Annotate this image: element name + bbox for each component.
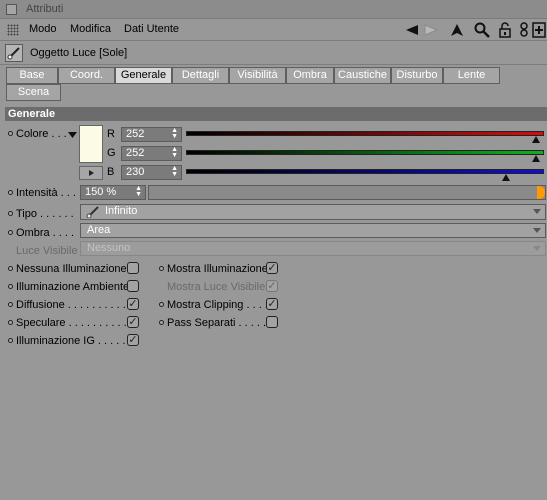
visible-light-value: Nessuno (87, 242, 131, 254)
channel-g-label: G (107, 147, 116, 159)
animation-dot[interactable] (8, 131, 13, 136)
checkbox-label: Illuminazione IG . . . . . (16, 335, 126, 347)
type-dropdown[interactable]: Infinito (80, 204, 546, 220)
channel-r-slider-handle[interactable] (531, 136, 540, 143)
channel-r-label: R (107, 128, 115, 140)
visible-light-dropdown: Nessuno (80, 241, 546, 256)
search-icon[interactable] (474, 22, 490, 38)
checkbox-label: Pass Separati . . . . . (167, 317, 267, 329)
tab-ombra[interactable]: Ombra (286, 67, 334, 84)
channel-r-input[interactable]: 252 ▲ ▼ (121, 127, 182, 142)
color-menu-arrow-icon[interactable] (68, 129, 77, 141)
color-expand-button[interactable] (79, 166, 103, 180)
channel-b-slider-handle[interactable] (501, 174, 510, 181)
animation-dot[interactable] (8, 211, 13, 216)
arrow-left-icon[interactable] (404, 22, 420, 38)
window-menu-icon[interactable] (6, 4, 17, 15)
ambient-illumination-checkbox[interactable] (127, 280, 139, 292)
tab-caustiche[interactable]: Caustiche (334, 67, 391, 84)
link-icon[interactable] (516, 22, 532, 38)
grip-icon[interactable] (7, 24, 19, 36)
tab-lente[interactable]: Lente (443, 67, 500, 84)
intensity-slider-handle[interactable] (537, 186, 545, 199)
animation-dot[interactable] (8, 266, 13, 271)
specular-checkbox[interactable]: ✓ (127, 316, 139, 328)
tab-visibilita[interactable]: Visibilità (229, 67, 286, 84)
channel-r-slider[interactable] (186, 131, 544, 136)
checkbox-label: Speculare . . . . . . . . . . (16, 317, 127, 329)
intensity-input[interactable]: 150 % ▲ ▼ (80, 185, 146, 200)
animation-dot[interactable] (8, 190, 13, 195)
arrow-up-icon[interactable] (449, 22, 465, 38)
channel-b-input[interactable]: 230 ▲ ▼ (121, 165, 182, 180)
animation-dot[interactable] (159, 320, 164, 325)
tab-generale[interactable]: Generale (115, 67, 172, 84)
lock-icon[interactable] (497, 22, 513, 38)
diffuse-checkbox[interactable]: ✓ (127, 298, 139, 310)
animation-dot[interactable] (8, 284, 13, 289)
object-header: Oggetto Luce [Sole] (0, 41, 547, 65)
menu-modifica[interactable]: Modifica (70, 23, 111, 35)
separate-pass-checkbox[interactable] (266, 316, 278, 328)
object-title: Oggetto Luce [Sole] (30, 47, 128, 59)
show-clipping-checkbox[interactable]: ✓ (266, 298, 278, 310)
menu-dati-utente[interactable]: Dati Utente (124, 23, 179, 35)
light-object-icon (5, 44, 23, 62)
visible-light-label: Luce Visibile (16, 245, 78, 257)
checkbox-label: Mostra Clipping . . . . (167, 299, 268, 311)
animation-dot[interactable] (8, 338, 13, 343)
window-titlebar: Attributi (0, 0, 547, 19)
animation-dot[interactable] (159, 266, 164, 271)
type-label: Tipo . . . . . . (16, 208, 74, 220)
channel-g-input[interactable]: 252 ▲ ▼ (121, 146, 182, 161)
shadow-label: Ombra . . . . (16, 227, 75, 239)
show-visible-light-checkbox: ✓ (266, 280, 278, 292)
checkbox-label: Illuminazione Ambiente (16, 281, 130, 293)
tab-base[interactable]: Base (6, 67, 58, 84)
type-value: Infinito (105, 205, 138, 217)
channel-g-slider[interactable] (186, 150, 544, 155)
channel-b-label: B (107, 166, 115, 178)
animation-dot[interactable] (159, 302, 164, 307)
animation-dot[interactable] (8, 320, 13, 325)
checkbox-label: Diffusione . . . . . . . . . . (16, 299, 126, 311)
animation-dot[interactable] (8, 230, 13, 235)
tab-scena[interactable]: Scena (6, 84, 61, 101)
checkbox-label: Mostra Luce Visibile (167, 281, 266, 293)
gi-illumination-checkbox[interactable]: ✓ (127, 334, 139, 346)
intensity-slider[interactable] (148, 185, 546, 200)
tab-coord[interactable]: Coord. (58, 67, 115, 84)
shadow-value: Area (87, 224, 111, 236)
checkbox-label: Mostra Illuminazione (167, 263, 268, 275)
checkbox-label: Nessuna Illuminazione (16, 263, 127, 275)
arrow-right-icon[interactable] (424, 22, 440, 38)
channel-g-slider-handle[interactable] (531, 155, 540, 162)
tab-dettagli[interactable]: Dettagli (172, 67, 229, 84)
show-illumination-checkbox[interactable]: ✓ (266, 262, 278, 274)
color-swatch[interactable] (79, 125, 103, 163)
new-panel-icon[interactable] (531, 22, 547, 38)
menu-modo[interactable]: Modo (29, 23, 57, 35)
shadow-dropdown[interactable]: Area (80, 223, 546, 238)
section-header: Generale (5, 107, 547, 121)
intensity-label: Intensità . . . (16, 187, 76, 199)
infinite-light-icon (86, 206, 100, 222)
animation-dot[interactable] (8, 302, 13, 307)
menu-bar: Modo Modifica Dati Utente (0, 19, 547, 41)
no-illumination-checkbox[interactable] (127, 262, 139, 274)
window-title: Attributi (26, 3, 64, 15)
color-label: Colore . . . (16, 128, 67, 140)
tab-disturbo[interactable]: Disturbo (391, 67, 443, 84)
channel-b-slider[interactable] (186, 169, 544, 174)
